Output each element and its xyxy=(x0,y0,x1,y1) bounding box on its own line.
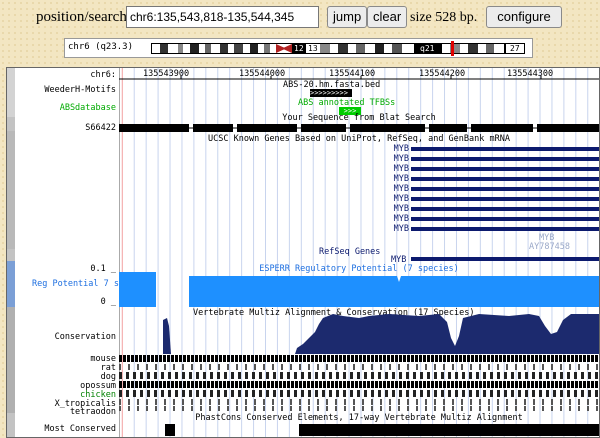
configure-button[interactable]: configure xyxy=(486,6,562,28)
weeder-motif-feature[interactable]: >>>>>>>>> xyxy=(310,89,352,97)
myb-label-2: MYB xyxy=(393,154,409,164)
position-nav: position/search jump clear size 528 bp. … xyxy=(0,6,600,32)
blat-alignment[interactable] xyxy=(119,123,599,133)
myb-label-9: MYB xyxy=(393,224,409,234)
clear-button[interactable]: clear xyxy=(367,6,408,28)
phastcons-label[interactable]: Most Conserved xyxy=(44,424,116,434)
position-search-label: position/search xyxy=(36,9,127,25)
genome-browser-image[interactable]: chr6: WeederH-Motifs ABSdatabase S66422 … xyxy=(6,67,600,438)
ay787458-label: AY787458 xyxy=(529,242,570,252)
conservation-label[interactable]: Conservation xyxy=(55,332,116,342)
refseq-title: RefSeq Genes xyxy=(319,247,381,257)
esperr-regulatory-plot[interactable] xyxy=(119,272,599,308)
current-position-marker xyxy=(451,41,454,56)
species-alignment-rows[interactable] xyxy=(119,354,599,412)
blat-label[interactable]: S66422 xyxy=(85,123,116,133)
chromosome-label: chr6 (q23.3) xyxy=(68,42,134,52)
track-label-column: chr6: WeederH-Motifs ABSdatabase S66422 … xyxy=(15,68,120,437)
refseq-gene-model[interactable] xyxy=(411,257,599,261)
myb-label-3: MYB xyxy=(393,164,409,174)
myb-label-8: MYB xyxy=(393,214,409,224)
chromosome-ideogram[interactable]: chr6 (q23.3) 12 13 q21 27 xyxy=(64,38,533,58)
species-tetraodon: tetraodon xyxy=(69,407,116,417)
band-label-q21: q21 xyxy=(420,44,435,53)
ucsc-genes-title: UCSC Known Genes Based on UniProt, RefSe… xyxy=(208,134,510,144)
position-input[interactable] xyxy=(126,6,319,28)
ruler-label: chr6: xyxy=(90,70,116,80)
phastcons-elements[interactable] xyxy=(119,423,599,437)
band-label-12: 12 xyxy=(294,44,304,53)
jump-button[interactable]: jump xyxy=(327,6,368,28)
conservation-plot[interactable] xyxy=(119,308,599,354)
track-handle-column xyxy=(7,68,15,437)
myb-label-5: MYB xyxy=(393,184,409,194)
track-handle-blat[interactable] xyxy=(7,117,15,131)
ideogram-bar[interactable]: 12 13 q21 27 xyxy=(151,43,525,54)
track-handle-phastcons[interactable] xyxy=(7,413,15,437)
track-handle-genes[interactable] xyxy=(7,131,15,249)
myb-label-7: MYB xyxy=(393,204,409,214)
track-handle-refseq[interactable] xyxy=(7,249,15,261)
myb-label-column: MYB MYB MYB MYB MYB MYB MYB MYB MYB xyxy=(371,144,411,234)
phastcons-title: PhastCons Conserved Elements, 17-way Ver… xyxy=(195,413,523,423)
myb-label-6: MYB xyxy=(393,194,409,204)
size-label: size 528 bp. xyxy=(410,10,478,25)
myb-label-4: MYB xyxy=(393,174,409,184)
weeder-label[interactable]: WeederH-Motifs xyxy=(44,85,116,95)
track-handle-conservation[interactable] xyxy=(7,307,15,413)
band-label-13: 13 xyxy=(308,44,318,53)
absdatabase-label[interactable]: ABSdatabase xyxy=(60,103,116,113)
myb-label-1: MYB xyxy=(393,144,409,154)
known-gene-models[interactable] xyxy=(411,146,599,236)
blat-track-title: Your Sequence from Blat Search xyxy=(282,113,436,123)
band-label-27: 27 xyxy=(510,44,520,53)
